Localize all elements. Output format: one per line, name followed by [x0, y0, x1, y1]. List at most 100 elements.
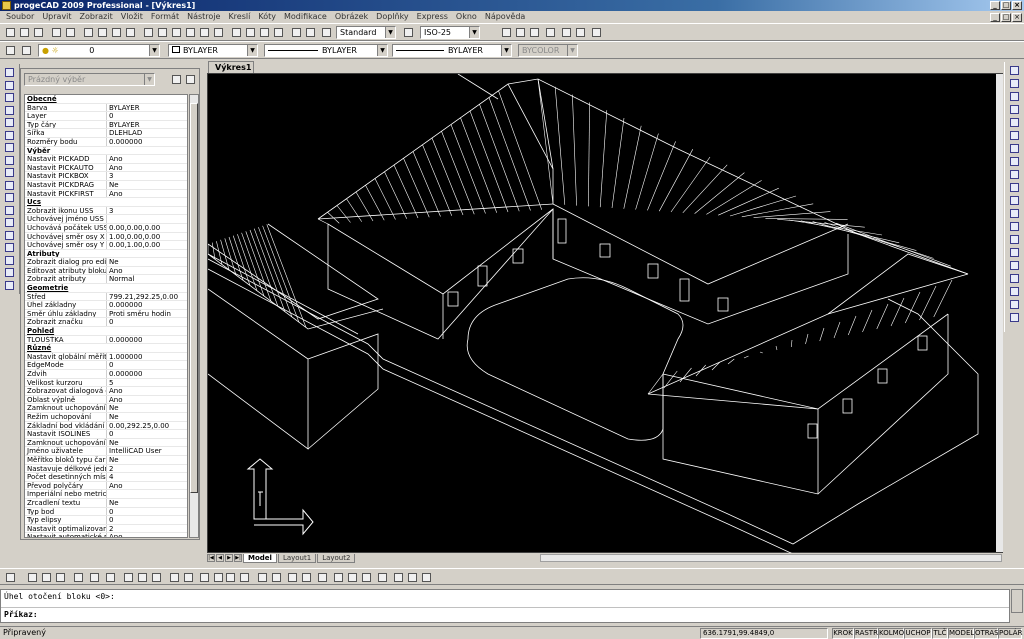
- property-row[interactable]: Typ bod 0: [25, 507, 187, 517]
- draw-tool-icon[interactable]: [4, 205, 16, 216]
- status-button-tlc[interactable]: TLČ: [932, 628, 948, 639]
- doc-close-button[interactable]: ×: [1012, 13, 1022, 22]
- toolbar-button-icon[interactable]: [290, 26, 302, 38]
- toolbar-button-icon[interactable]: [18, 26, 30, 38]
- modify-tool-icon[interactable]: [1009, 117, 1021, 128]
- property-value[interactable]: 799.21,292.25,0.00: [107, 293, 187, 301]
- property-row[interactable]: Zobrazit dialog pro editac...Ne: [25, 258, 187, 267]
- menu-kresli[interactable]: Kreslí: [224, 11, 254, 22]
- toolbar-button-icon[interactable]: [500, 26, 512, 38]
- prev-layout-button[interactable]: ◀: [216, 554, 224, 562]
- bottom-tool-icon[interactable]: [168, 571, 180, 583]
- property-value[interactable]: Ano: [107, 387, 187, 395]
- menu-upravit[interactable]: Upravit: [38, 11, 75, 22]
- property-value[interactable]: 0.00,292.25,0.00: [107, 422, 187, 430]
- toolbar-button-icon[interactable]: [272, 26, 284, 38]
- property-row[interactable]: Editovat atributy bloku Ano: [25, 266, 187, 276]
- property-row[interactable]: TLOUŠŤKA 0.000000: [25, 335, 187, 345]
- property-value[interactable]: 5: [107, 379, 187, 387]
- property-row[interactable]: Převod polyčáry Ano: [25, 481, 187, 491]
- property-value[interactable]: 0.00,1.00,0.00: [107, 241, 187, 249]
- property-row[interactable]: Zobrazit atributy Normal: [25, 275, 187, 285]
- toolbar-button-icon[interactable]: [560, 26, 572, 38]
- modify-tool-icon[interactable]: [1009, 260, 1021, 271]
- property-row[interactable]: Střed 799.21,292.25,0.00: [25, 292, 187, 302]
- menu-doplnky[interactable]: Doplňky: [372, 11, 413, 22]
- draw-tool-icon[interactable]: [4, 255, 16, 266]
- maximize-button[interactable]: □: [1001, 1, 1011, 10]
- draw-tool-icon[interactable]: [4, 92, 16, 103]
- tab-model[interactable]: Model: [243, 553, 277, 563]
- bottom-tool-icon[interactable]: [182, 571, 194, 583]
- status-button-rastr[interactable]: RASTR: [854, 628, 878, 639]
- menu-format[interactable]: Formát: [147, 11, 183, 22]
- draw-tool-icon[interactable]: [4, 242, 16, 253]
- menu-express[interactable]: Express: [413, 11, 452, 22]
- modify-tool-icon[interactable]: [1009, 104, 1021, 115]
- modify-tool-icon[interactable]: [1009, 247, 1021, 258]
- toolbar-button-icon[interactable]: [244, 26, 256, 38]
- canvas-vertical-scrollbar[interactable]: [996, 74, 1003, 552]
- property-value[interactable]: Ano: [107, 190, 187, 198]
- property-value[interactable]: Normal: [107, 275, 187, 283]
- draw-tool-icon[interactable]: [4, 267, 16, 278]
- draw-tool-icon[interactable]: [4, 67, 16, 78]
- toolbar-button-icon[interactable]: [528, 26, 540, 38]
- property-value[interactable]: 0: [107, 508, 187, 516]
- property-row[interactable]: Typ čáry BYLAYER: [25, 120, 187, 130]
- bottom-tool-icon[interactable]: [136, 571, 148, 583]
- toolbar-button-icon[interactable]: [32, 26, 44, 38]
- property-row[interactable]: Šířka DLEHLAD: [25, 129, 187, 138]
- toolbar-button-icon[interactable]: [258, 26, 270, 38]
- property-value[interactable]: Ne: [107, 181, 187, 189]
- property-value[interactable]: 0: [107, 361, 187, 369]
- bottom-tool-icon[interactable]: [54, 571, 66, 583]
- menu-koty[interactable]: Kóty: [254, 11, 280, 22]
- menu-okno[interactable]: Okno: [452, 11, 481, 22]
- command-prompt[interactable]: Příkaz:: [4, 610, 38, 619]
- bottom-tool-icon[interactable]: [122, 571, 134, 583]
- toolbar-button-icon[interactable]: [142, 26, 154, 38]
- toolbar-button-icon[interactable]: [96, 26, 108, 38]
- bottom-tool-icon[interactable]: [238, 571, 250, 583]
- modify-tool-icon[interactable]: [1009, 130, 1021, 141]
- property-row[interactable]: Layer 0: [25, 112, 187, 121]
- bottom-tool-icon[interactable]: [286, 571, 298, 583]
- menu-vlozit[interactable]: Vložit: [117, 11, 147, 22]
- menu-nastroje[interactable]: Nástroje: [183, 11, 224, 22]
- property-row[interactable]: Nastavit PICKAUTO Ano: [25, 163, 187, 173]
- property-row[interactable]: Zobrazovat dialogová ok...Ano: [25, 387, 187, 396]
- menu-zobrazit[interactable]: Zobrazit: [76, 11, 117, 22]
- draw-tool-icon[interactable]: [4, 167, 16, 178]
- property-row[interactable]: Zamknout uchopování Ne: [25, 404, 187, 413]
- property-value[interactable]: 0: [107, 430, 187, 438]
- menu-soubor[interactable]: Soubor: [2, 11, 38, 22]
- property-value[interactable]: Ano: [107, 533, 187, 537]
- modify-tool-icon[interactable]: [1009, 234, 1021, 245]
- status-button-polar[interactable]: POLÁR: [998, 628, 1022, 639]
- modify-tool-icon[interactable]: [1009, 221, 1021, 232]
- property-value[interactable]: 2: [107, 525, 187, 533]
- draw-tool-icon[interactable]: [4, 155, 16, 166]
- bottom-tool-icon[interactable]: [72, 571, 84, 583]
- property-value[interactable]: Ano: [107, 155, 187, 163]
- status-button-krok[interactable]: KROK: [832, 628, 854, 639]
- property-row[interactable]: Imperiální nebo metrické ...: [25, 490, 187, 499]
- property-value[interactable]: 2: [107, 465, 187, 473]
- last-layout-button[interactable]: ▶|: [234, 554, 242, 562]
- layer-tool-icon[interactable]: [4, 44, 16, 56]
- toolbar-button-icon[interactable]: [184, 26, 196, 38]
- property-row[interactable]: Uchovávej jméno USS: [25, 215, 187, 224]
- menu-modifikace[interactable]: Modifikace: [280, 11, 331, 22]
- property-row[interactable]: Rozměry bodu 0.000000: [25, 137, 187, 147]
- bottom-tool-icon[interactable]: [256, 571, 268, 583]
- bottom-tool-icon[interactable]: [224, 571, 236, 583]
- property-row[interactable]: Nastavit PICKDRAG Ne: [25, 180, 187, 190]
- property-value[interactable]: 0.000000: [107, 301, 187, 309]
- property-row[interactable]: Jméno uživatele IntelliCAD User: [25, 447, 187, 456]
- bottom-tool-icon[interactable]: [40, 571, 52, 583]
- tab-layout1[interactable]: Layout1: [277, 553, 317, 563]
- tab-layout2[interactable]: Layout2: [317, 553, 356, 563]
- toolbar-button-icon[interactable]: [230, 26, 242, 38]
- status-button-model[interactable]: MODEL: [948, 628, 974, 639]
